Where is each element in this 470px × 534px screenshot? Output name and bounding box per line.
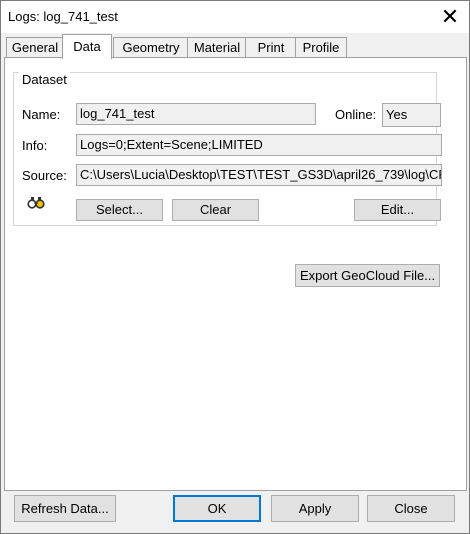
tab-profile[interactable]: Profile [295, 37, 347, 58]
online-field[interactable]: Yes [382, 103, 441, 127]
window-title: Logs: log_741_test [8, 9, 118, 24]
ok-button[interactable]: OK [173, 495, 261, 522]
data-tab-panel: Dataset Name: log_741_test Online: Yes I… [4, 57, 467, 491]
logs-dialog: Logs: log_741_test ✕ General Data Geomet… [0, 0, 470, 534]
online-label: Online: [335, 107, 377, 122]
binoculars-icon[interactable] [27, 196, 45, 213]
close-icon[interactable]: ✕ [437, 4, 463, 30]
tab-geometry[interactable]: Geometry [113, 37, 189, 58]
select-button[interactable]: Select... [76, 199, 163, 221]
clear-button[interactable]: Clear [172, 199, 259, 221]
info-field[interactable]: Logs=0;Extent=Scene;LIMITED [76, 134, 442, 156]
export-geocloud-button[interactable]: Export GeoCloud File... [295, 264, 440, 287]
apply-button[interactable]: Apply [271, 495, 359, 522]
title-bar[interactable]: Logs: log_741_test ✕ [1, 1, 469, 33]
name-field[interactable]: log_741_test [76, 103, 316, 125]
source-field[interactable]: C:\Users\Lucia\Desktop\TEST\TEST_GS3D\ap… [76, 164, 442, 186]
edit-button[interactable]: Edit... [354, 199, 441, 221]
close-button[interactable]: Close [367, 495, 455, 522]
source-label: Source: [22, 168, 67, 183]
tab-material[interactable]: Material [187, 37, 247, 58]
tab-data[interactable]: Data [62, 34, 112, 59]
tab-strip: General Data Geometry Material Print Pro… [4, 34, 466, 59]
dataset-group-label: Dataset [19, 72, 70, 87]
tab-print[interactable]: Print [245, 37, 297, 58]
name-label: Name: [22, 107, 61, 122]
tab-general[interactable]: General [6, 37, 64, 58]
refresh-data-button[interactable]: Refresh Data... [14, 495, 116, 522]
info-label: Info: [22, 138, 48, 153]
